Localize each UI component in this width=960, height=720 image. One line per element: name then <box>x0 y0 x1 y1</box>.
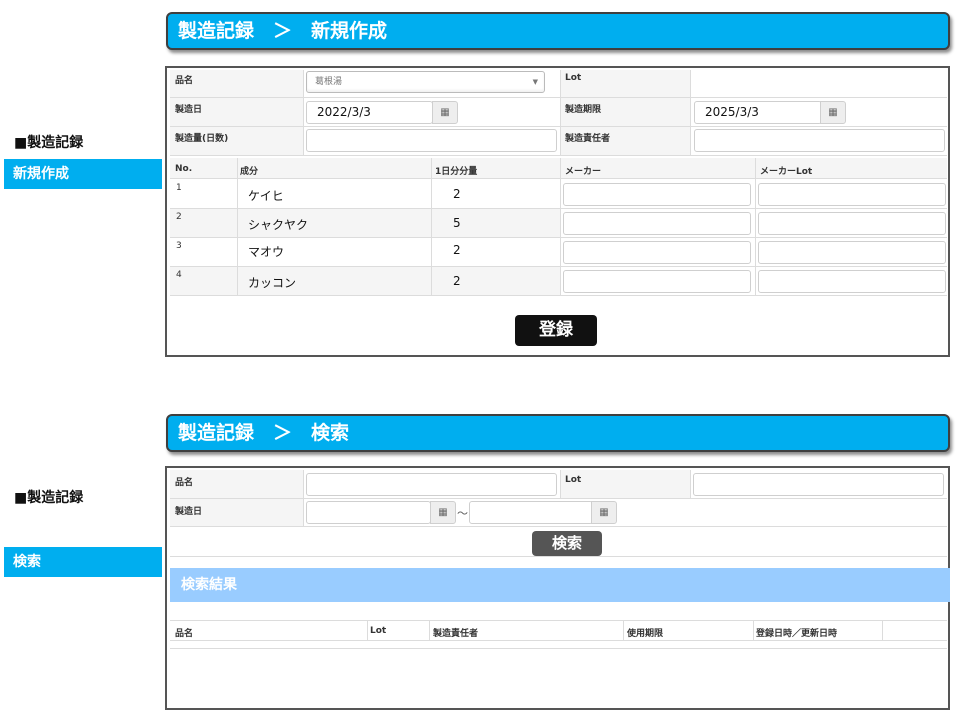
search-lot-label: Lot <box>565 475 582 485</box>
expiry-label: 製造期限 <box>565 105 602 115</box>
table-header-maker: メーカー <box>565 167 602 177</box>
row-number: 1 <box>176 183 182 193</box>
row-number: 2 <box>176 212 182 222</box>
sidebar-item-new[interactable]: 新規作成 <box>4 159 162 189</box>
row-number: 4 <box>176 270 182 280</box>
quantity-input[interactable] <box>306 129 557 152</box>
maker-input[interactable] <box>563 270 751 293</box>
ingredient-name: カッコン <box>248 276 297 290</box>
mfg-date-label: 製造日 <box>175 105 203 115</box>
responsible-label: 製造責任者 <box>565 134 611 144</box>
search-date-from-input[interactable] <box>306 501 431 524</box>
row-number: 3 <box>176 241 182 251</box>
table-header-maker-lot: メーカーLot <box>760 167 813 177</box>
sidebar-item-search[interactable]: 検索 <box>4 547 162 577</box>
create-banner: 製造記録 ＞ 新規作成 <box>166 12 950 50</box>
daily-amount: 5 <box>453 216 461 230</box>
quantity-label: 製造量(日数) <box>175 134 229 144</box>
results-header-expiry: 使用期限 <box>627 629 664 639</box>
maker-lot-input[interactable] <box>758 270 946 293</box>
responsible-input[interactable] <box>694 129 945 152</box>
create-side-heading: ■製造記録 <box>14 135 84 151</box>
calendar-icon[interactable]: ▦ <box>820 101 846 124</box>
product-label: 品名 <box>175 76 194 86</box>
search-date-to-input[interactable] <box>469 501 593 524</box>
maker-input[interactable] <box>563 212 751 235</box>
daily-amount: 2 <box>453 243 461 257</box>
date-range-separator: ～ <box>457 507 468 520</box>
maker-lot-input[interactable] <box>758 183 946 206</box>
table-header-ingredient: 成分 <box>240 167 259 177</box>
maker-lot-input[interactable] <box>758 212 946 235</box>
results-header-updated: 登録日時／更新日時 <box>756 629 838 639</box>
search-product-label: 品名 <box>175 478 194 488</box>
results-header-responsible: 製造責任者 <box>433 629 479 639</box>
results-header-lot: Lot <box>370 626 387 636</box>
register-button[interactable]: 登録 <box>515 315 597 346</box>
product-select[interactable]: 葛根湯 ▼ <box>306 71 545 93</box>
create-form-panel: 品名 葛根湯 ▼ Lot 製造日 2022/3/3 ▦ 製造期限 2025/3/… <box>165 66 950 357</box>
results-header-product: 品名 <box>175 629 194 639</box>
search-product-input[interactable] <box>306 473 557 496</box>
search-mfg-date-label: 製造日 <box>175 507 203 517</box>
chevron-down-icon: ▼ <box>532 78 538 86</box>
mfg-date-input[interactable]: 2022/3/3 <box>306 101 433 124</box>
daily-amount: 2 <box>453 187 461 201</box>
expiry-date-input[interactable]: 2025/3/3 <box>694 101 822 124</box>
product-select-value: 葛根湯 <box>315 77 343 87</box>
calendar-icon[interactable]: ▦ <box>430 501 456 524</box>
search-form-panel: 品名 Lot 製造日 ▦ ～ ▦ 検索 検索結果 品名 Lot 製造責任者 使用… <box>165 466 950 710</box>
search-button[interactable]: 検索 <box>532 531 602 556</box>
calendar-icon[interactable]: ▦ <box>432 101 458 124</box>
table-header-no: No. <box>175 164 193 174</box>
results-title: 検索結果 <box>170 568 950 602</box>
ingredient-name: シャクヤク <box>248 218 309 232</box>
maker-input[interactable] <box>563 183 751 206</box>
ingredient-name: ケイヒ <box>248 189 284 203</box>
table-header-amount: 1日分分量 <box>435 167 478 177</box>
search-banner: 製造記録 ＞ 検索 <box>166 414 950 452</box>
maker-input[interactable] <box>563 241 751 264</box>
maker-lot-input[interactable] <box>758 241 946 264</box>
search-side-heading: ■製造記録 <box>14 490 84 506</box>
lot-label: Lot <box>565 73 582 83</box>
table-header-row <box>170 158 947 178</box>
search-lot-input[interactable] <box>693 473 944 496</box>
daily-amount: 2 <box>453 274 461 288</box>
calendar-icon[interactable]: ▦ <box>591 501 617 524</box>
ingredient-name: マオウ <box>248 245 285 259</box>
